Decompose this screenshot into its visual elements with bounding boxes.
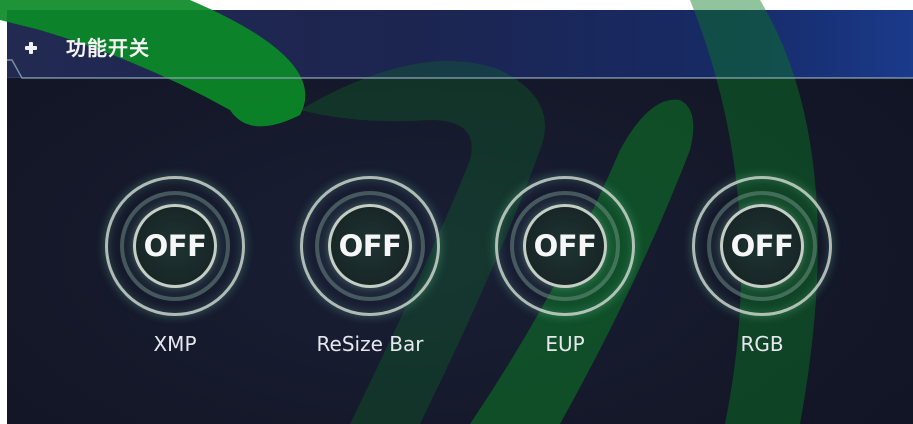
switch-state: OFF xyxy=(338,229,402,263)
switch-label: ReSize Bar xyxy=(316,332,424,356)
switch-label: RGB xyxy=(740,332,784,356)
switch-label: XMP xyxy=(153,332,197,356)
switch-state: OFF xyxy=(533,229,597,263)
switch-state: OFF xyxy=(730,229,794,263)
eup-switch[interactable]: OFF EUP xyxy=(491,172,641,372)
resize-bar-switch[interactable]: OFF ReSize Bar xyxy=(296,172,446,372)
stage: 功能开关 OFF XMP OFF ReSize Bar OFF EUP OFF … xyxy=(0,0,913,424)
plus-icon xyxy=(24,41,38,55)
panel-title: 功能开关 xyxy=(66,36,150,60)
switch-label: EUP xyxy=(545,332,585,356)
xmp-switch[interactable]: OFF XMP xyxy=(101,172,251,372)
switch-state: OFF xyxy=(143,229,207,263)
rgb-switch[interactable]: OFF RGB xyxy=(688,172,838,372)
